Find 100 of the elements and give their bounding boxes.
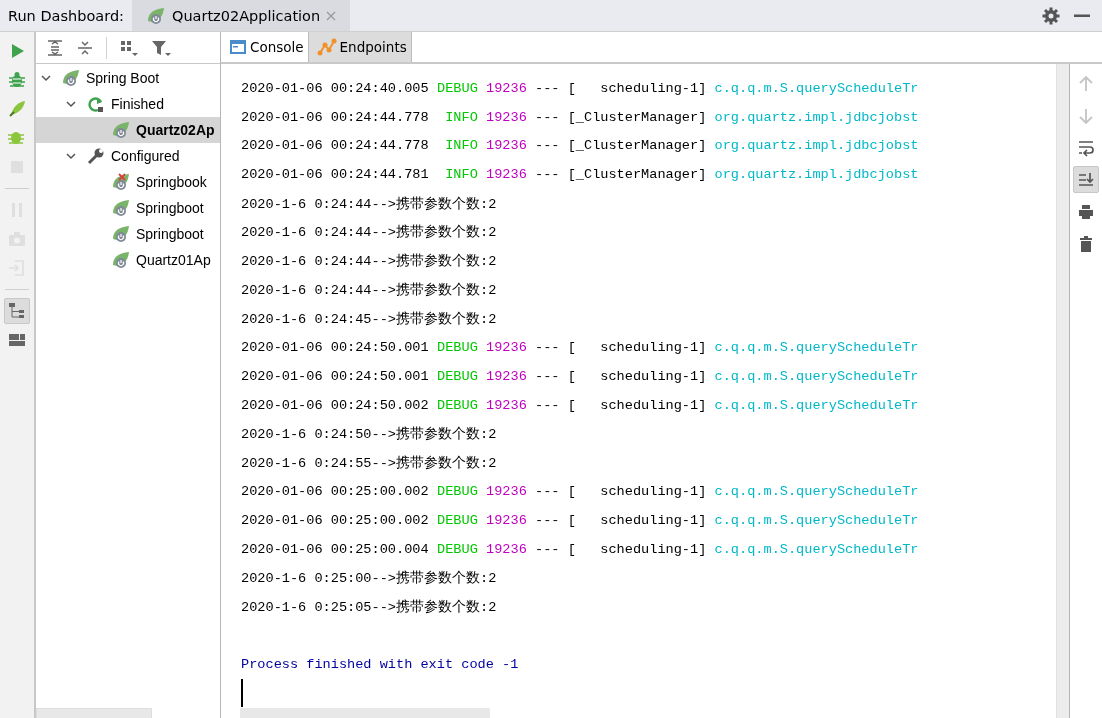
tree-item[interactable]: Spring Boot	[36, 65, 220, 91]
thread-name: [_ClusterManager]	[567, 138, 707, 154]
horizontal-scrollbar[interactable]	[240, 708, 490, 718]
tree-item[interactable]: Springboot	[36, 221, 220, 247]
leaf-icon	[111, 121, 131, 139]
leaf-icon	[111, 225, 131, 243]
log-separator: ---	[535, 368, 560, 384]
log-timestamp: 2020-01-06 00:25:00.004	[241, 541, 429, 557]
process-id: 19236	[486, 541, 527, 557]
log-separator: ---	[535, 484, 560, 500]
logger-name: org.quartz.impl.jdbcjobst	[714, 138, 919, 154]
output-line: 2020-1-6 0:24:44-->携带参数个数:2	[241, 223, 497, 242]
tree-item[interactable]: Springbook	[36, 169, 220, 195]
panel-title: Run Dashboard:	[7, 7, 124, 24]
leaf-icon	[111, 173, 131, 191]
log-level: DEBUG	[436, 368, 478, 384]
filter-icon[interactable]	[151, 38, 171, 57]
settings-icon[interactable]	[1042, 6, 1060, 25]
exit-message: Process finished with exit code -1	[241, 656, 519, 672]
log-timestamp: 2020-01-06 00:25:00.002	[241, 484, 429, 500]
log-timestamp: 2020-01-06 00:24:50.001	[241, 368, 429, 384]
thread-name: [ scheduling-1]	[567, 80, 707, 96]
run-tab[interactable]: Quartz02Application	[131, 0, 351, 31]
console-tab[interactable]: Endpoints	[308, 32, 412, 62]
output-line: 2020-1-6 0:24:55-->携带参数个数:2	[241, 454, 497, 472]
logger-name: c.q.q.m.S.queryScheduleTr	[714, 340, 919, 356]
wrench-icon	[86, 147, 106, 165]
logger-name: c.q.q.m.S.queryScheduleTr	[714, 397, 919, 413]
thread-name: [ scheduling-1]	[567, 397, 707, 413]
scroll-to-end-icon[interactable]	[1073, 166, 1099, 193]
log-level: INFO	[444, 109, 478, 125]
leaf-icon	[111, 251, 131, 269]
logger-name: c.q.q.m.S.queryScheduleTr	[714, 512, 919, 528]
chevron-down-icon[interactable]	[65, 150, 77, 162]
collapse-all-icon[interactable]	[76, 38, 94, 57]
logger-name: c.q.q.m.S.queryScheduleTr	[714, 484, 919, 500]
process-id: 19236	[486, 109, 527, 125]
logger-name: org.quartz.impl.jdbcjobst	[714, 167, 919, 183]
output-line: 2020-1-6 0:24:44-->携带参数个数:2	[241, 195, 497, 213]
log-timestamp: 2020-01-06 00:24:40.005	[241, 80, 429, 96]
process-id: 19236	[486, 167, 527, 183]
process-id: 19236	[486, 368, 527, 384]
log-level: INFO	[444, 138, 478, 154]
output-line: 2020-1-6 0:25:00-->携带参数个数:2	[241, 569, 497, 587]
restart-icon	[86, 95, 106, 113]
log-separator: ---	[535, 109, 560, 125]
log-level: DEBUG	[436, 512, 478, 528]
log-timestamp: 2020-01-06 00:24:44.778	[241, 138, 429, 154]
log-separator: ---	[535, 541, 560, 557]
logger-name: org.quartz.impl.jdbcjobst	[714, 109, 919, 125]
chevron-down-icon[interactable]	[40, 72, 52, 84]
endpoints-icon	[316, 38, 337, 56]
logger-name: c.q.q.m.S.queryScheduleTr	[714, 541, 919, 557]
process-id: 19236	[486, 397, 527, 413]
group-icon[interactable]	[119, 38, 139, 57]
log-timestamp: 2020-01-06 00:24:44.781	[241, 167, 429, 183]
logger-name: c.q.q.m.S.queryScheduleTr	[714, 368, 919, 384]
thread-name: [_ClusterManager]	[567, 167, 707, 183]
tree-item[interactable]: Configured	[36, 143, 220, 169]
log-timestamp: 2020-01-06 00:24:50.001	[241, 340, 429, 356]
thread-name: [_ClusterManager]	[567, 109, 707, 125]
output-line: 2020-1-6 0:24:50-->携带参数个数:2	[241, 425, 497, 443]
thread-name: [ scheduling-1]	[567, 340, 707, 356]
tree-item[interactable]: Finished	[36, 91, 220, 117]
log-separator: ---	[535, 167, 560, 183]
thread-name: [ scheduling-1]	[567, 541, 707, 557]
leaf-icon	[61, 69, 81, 87]
log-level: DEBUG	[436, 541, 478, 557]
output-line: 2020-1-6 0:25:05-->携带参数个数:2	[241, 598, 497, 616]
tree-item[interactable]: Springboot	[36, 195, 220, 221]
output-line: 2020-1-6 0:24:44-->携带参数个数:2	[241, 252, 497, 271]
text-cursor	[241, 678, 243, 707]
log-level: DEBUG	[436, 484, 478, 500]
logger-name: c.q.q.m.S.queryScheduleTr	[714, 80, 919, 96]
process-id: 19236	[486, 484, 527, 500]
process-id: 19236	[486, 512, 527, 528]
expand-all-icon[interactable]	[46, 38, 64, 57]
minimize-icon[interactable]	[1074, 13, 1090, 18]
log-separator: ---	[535, 397, 560, 413]
leaf-icon	[111, 199, 131, 217]
thread-name: [ scheduling-1]	[567, 512, 707, 528]
log-level: DEBUG	[436, 397, 478, 413]
console-icon	[229, 39, 247, 55]
log-level: DEBUG	[436, 80, 478, 96]
tree-icon[interactable]	[4, 298, 30, 324]
chevron-down-icon[interactable]	[65, 98, 77, 110]
process-id: 19236	[486, 80, 527, 96]
thread-name: [ scheduling-1]	[567, 368, 707, 384]
tree-item[interactable]: Quartz01Ap	[36, 247, 220, 273]
log-timestamp: 2020-01-06 00:24:50.002	[241, 397, 429, 413]
horizontal-scrollbar[interactable]	[36, 708, 152, 718]
log-separator: ---	[535, 138, 560, 154]
log-timestamp: 2020-01-06 00:25:00.002	[241, 512, 429, 528]
log-separator: ---	[535, 340, 560, 356]
tree-item[interactable]: Quartz02Ap	[36, 117, 220, 143]
log-level: INFO	[444, 167, 478, 183]
log-separator: ---	[535, 512, 560, 528]
vertical-scrollbar[interactable]	[1056, 64, 1070, 718]
close-icon[interactable]	[326, 10, 337, 21]
log-separator: ---	[535, 80, 560, 96]
